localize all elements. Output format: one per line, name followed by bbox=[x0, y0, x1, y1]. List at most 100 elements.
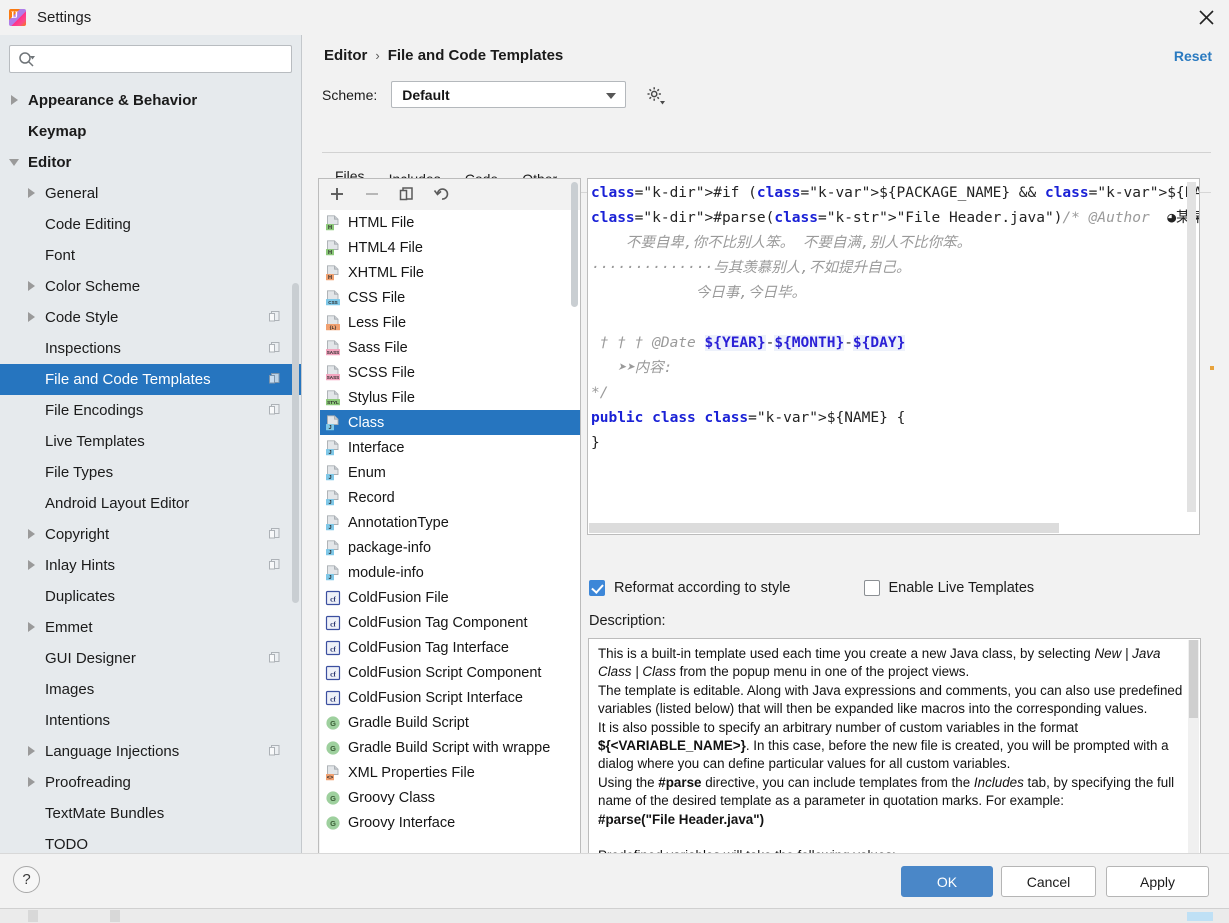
gear-icon[interactable] bbox=[645, 85, 666, 105]
sidebar-item-language-injections[interactable]: Language Injections bbox=[0, 736, 301, 767]
chevron-right-icon[interactable] bbox=[26, 559, 39, 572]
editor-vertical-scrollbar[interactable] bbox=[1187, 182, 1196, 512]
description-paragraph: Using the #parse directive, you can incl… bbox=[598, 774, 1175, 809]
sidebar-item-inspections[interactable]: Inspections bbox=[0, 333, 301, 364]
sidebar-item-emmet[interactable]: Emmet bbox=[0, 612, 301, 643]
list-item[interactable]: {L} Less File bbox=[320, 310, 580, 335]
list-item[interactable]: CSS CSS File bbox=[320, 285, 580, 310]
ok-button[interactable]: OK bbox=[901, 866, 993, 897]
chevron-right-icon[interactable] bbox=[26, 621, 39, 634]
list-item[interactable]: G Gradle Build Script with wrappe bbox=[320, 735, 580, 760]
list-item[interactable]: STYL Stylus File bbox=[320, 385, 580, 410]
sidebar-item-todo[interactable]: TODO bbox=[0, 829, 301, 853]
apply-button[interactable]: Apply bbox=[1106, 866, 1209, 897]
editor-horizontal-scrollbar[interactable] bbox=[589, 523, 1059, 533]
sidebar-item-live-templates[interactable]: Live Templates bbox=[0, 426, 301, 457]
sidebar-item-copyright[interactable]: Copyright bbox=[0, 519, 301, 550]
list-item[interactable]: G Groovy Interface bbox=[320, 810, 580, 835]
reset-link[interactable]: Reset bbox=[1174, 48, 1212, 64]
reformat-checkbox[interactable] bbox=[589, 580, 605, 596]
list-item[interactable]: Jpackage-info bbox=[320, 535, 580, 560]
sidebar-item-android-layout-editor[interactable]: Android Layout Editor bbox=[0, 488, 301, 519]
list-item[interactable]: SASS SCSS File bbox=[320, 360, 580, 385]
close-icon[interactable] bbox=[1183, 0, 1229, 35]
list-item[interactable]: cf ColdFusion Script Interface bbox=[320, 685, 580, 710]
sidebar-item-font[interactable]: Font bbox=[0, 240, 301, 271]
description-scrollbar[interactable] bbox=[1188, 640, 1199, 874]
cancel-button[interactable]: Cancel bbox=[1001, 866, 1096, 897]
search-input[interactable] bbox=[40, 46, 280, 72]
list-item[interactable]: <> XML Properties File bbox=[320, 760, 580, 785]
template-code-text[interactable]: class="k-dir">#if (class="k-var">${PACKA… bbox=[591, 181, 1199, 456]
chevron-right-icon[interactable] bbox=[26, 745, 39, 758]
sidebar-scrollbar-thumb[interactable] bbox=[292, 283, 299, 603]
sidebar-item-intentions[interactable]: Intentions bbox=[0, 705, 301, 736]
sidebar-item-color-scheme[interactable]: Color Scheme bbox=[0, 271, 301, 302]
copy-settings-icon[interactable] bbox=[268, 651, 281, 664]
chevron-right-icon[interactable] bbox=[26, 187, 39, 200]
sidebar-item-gui-designer[interactable]: GUI Designer bbox=[0, 643, 301, 674]
templates-list-scrollbar-thumb[interactable] bbox=[571, 182, 578, 307]
add-icon[interactable] bbox=[328, 185, 346, 203]
copy-icon[interactable] bbox=[398, 185, 416, 203]
sidebar-item-duplicates[interactable]: Duplicates bbox=[0, 581, 301, 612]
taskbar-item[interactable] bbox=[110, 910, 120, 922]
chevron-right-icon[interactable] bbox=[26, 776, 39, 789]
list-item[interactable]: cf ColdFusion Tag Component bbox=[320, 610, 580, 635]
help-button[interactable]: ? bbox=[13, 866, 40, 893]
list-item[interactable]: H HTML File bbox=[320, 210, 580, 235]
live-templates-checkbox[interactable] bbox=[863, 580, 880, 596]
chevron-down-icon[interactable] bbox=[9, 156, 22, 169]
sidebar-item-file-and-code-templates[interactable]: File and Code Templates bbox=[0, 364, 301, 395]
sidebar-item-file-types[interactable]: File Types bbox=[0, 457, 301, 488]
list-item[interactable]: cf ColdFusion Script Component bbox=[320, 660, 580, 685]
search-box[interactable] bbox=[9, 45, 292, 73]
chevron-right-icon[interactable] bbox=[26, 311, 39, 324]
list-item[interactable]: J Record bbox=[320, 485, 580, 510]
list-item[interactable]: G Gradle Build Script bbox=[320, 710, 580, 735]
copy-settings-icon[interactable] bbox=[268, 744, 281, 757]
list-item-label: Gradle Build Script with wrappe bbox=[348, 739, 551, 756]
copy-settings-icon[interactable] bbox=[268, 403, 281, 416]
list-item[interactable]: J AnnotationType bbox=[320, 510, 580, 535]
sidebar-item-textmate-bundles[interactable]: TextMate Bundles bbox=[0, 798, 301, 829]
list-item[interactable]: G Groovy Class bbox=[320, 785, 580, 810]
list-item[interactable]: cf ColdFusion Tag Interface bbox=[320, 635, 580, 660]
copy-settings-icon[interactable] bbox=[268, 527, 281, 540]
description-scrollbar-thumb[interactable] bbox=[1189, 640, 1198, 718]
sidebar-item-code-style[interactable]: Code Style bbox=[0, 302, 301, 333]
scheme-select[interactable]: Default bbox=[391, 81, 627, 108]
sidebar-item-keymap[interactable]: Keymap bbox=[0, 116, 301, 147]
breadcrumb-parent[interactable]: Editor bbox=[324, 47, 367, 64]
sidebar-item-images[interactable]: Images bbox=[0, 674, 301, 705]
taskbar-item[interactable] bbox=[28, 910, 38, 922]
sidebar-item-general[interactable]: General bbox=[0, 178, 301, 209]
copy-settings-icon[interactable] bbox=[268, 310, 281, 323]
list-item[interactable]: Jmodule-info bbox=[320, 560, 580, 585]
chevron-right-icon[interactable] bbox=[9, 94, 22, 107]
taskbar-item[interactable] bbox=[1187, 912, 1213, 921]
list-item[interactable]: J Enum bbox=[320, 460, 580, 485]
chevron-right-icon[interactable] bbox=[26, 280, 39, 293]
code-line: 不要自卑,你不比别人笨。 不要自满,别人不比你笨。 bbox=[591, 235, 972, 251]
chevron-right-icon[interactable] bbox=[26, 528, 39, 541]
sidebar-item-code-editing[interactable]: Code Editing bbox=[0, 209, 301, 240]
list-item[interactable]: H XHTML File bbox=[320, 260, 580, 285]
sidebar-item-inlay-hints[interactable]: Inlay Hints bbox=[0, 550, 301, 581]
copy-settings-icon[interactable] bbox=[268, 341, 281, 354]
sidebar-item-file-encodings[interactable]: File Encodings bbox=[0, 395, 301, 426]
list-item[interactable]: J Interface bbox=[320, 435, 580, 460]
copy-settings-icon[interactable] bbox=[268, 558, 281, 571]
list-item[interactable]: H HTML4 File bbox=[320, 235, 580, 260]
copy-settings-icon[interactable] bbox=[268, 372, 281, 385]
remove-icon[interactable] bbox=[363, 185, 381, 203]
sidebar-item-appearance-behavior[interactable]: Appearance & Behavior bbox=[0, 85, 301, 116]
template-code-editor[interactable]: class="k-dir">#if (class="k-var">${PACKA… bbox=[587, 178, 1200, 535]
sidebar-item-proofreading[interactable]: Proofreading bbox=[0, 767, 301, 798]
revert-icon[interactable] bbox=[433, 185, 451, 203]
list-item[interactable]: cf ColdFusion File bbox=[320, 585, 580, 610]
sidebar-item-editor[interactable]: Editor bbox=[0, 147, 301, 178]
list-item[interactable]: J Class bbox=[320, 410, 580, 435]
list-item[interactable]: SASS Sass File bbox=[320, 335, 580, 360]
